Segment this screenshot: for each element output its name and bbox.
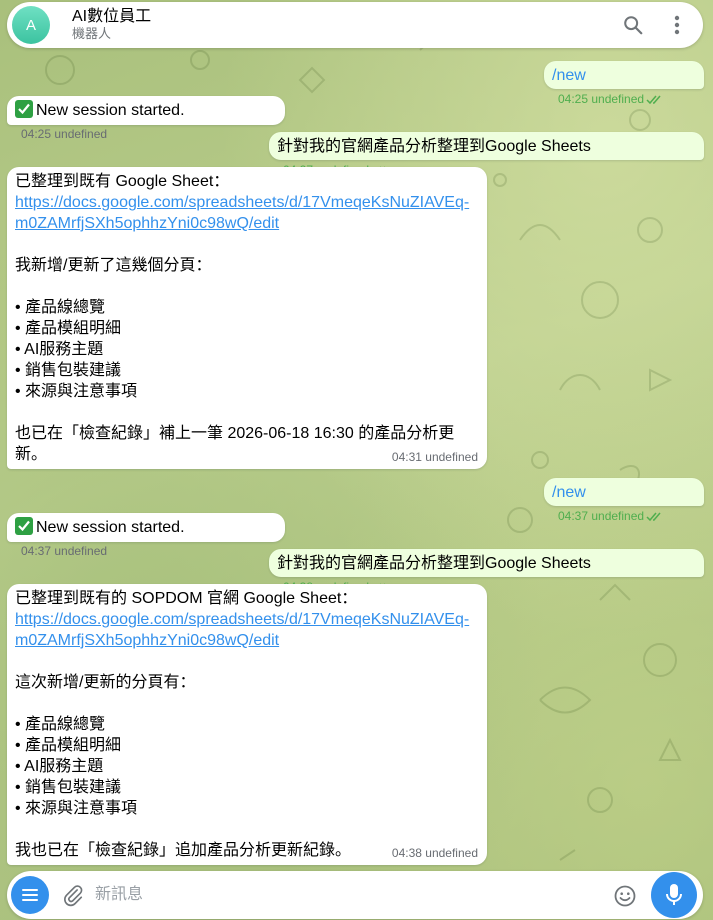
sheet-link[interactable]: https://docs.google.com/spreadsheets/d/1… [15,192,479,213]
message-time: 04:37 undefined [558,509,645,523]
menu-icon [22,889,38,901]
message-meta: 04:31 undefined [392,450,478,464]
check-mark-box-icon [15,100,33,118]
message-time: 04:37 undefined [21,544,108,558]
message-outgoing[interactable]: 針對我的官網產品分析整理到Google Sheets 04:38 undefin… [269,549,704,594]
message-composer [7,871,703,919]
message-time: 04:38 undefined [391,846,478,860]
message-input[interactable] [95,883,585,907]
paperclip-icon[interactable] [62,883,84,907]
message-time: 04:31 undefined [391,450,478,464]
message-incoming[interactable]: 已整理到既有 Google Sheet： https://docs.google… [7,167,487,469]
list-item: • 來源與注意事項 [15,800,138,817]
message-text: New session started. [36,519,185,536]
sheet-link-continued[interactable]: m0ZAMrfjSXh5ophhzYni0c98wQ/edit [15,213,479,234]
command-text[interactable]: /new [552,67,586,84]
message-meta: 04:25 undefined [21,124,107,145]
double-check-icon [646,95,661,104]
message-outgoing[interactable]: /new 04:25 undefined [544,61,704,106]
list-item: • 產品模組明細 [15,320,122,337]
message-incoming[interactable]: New session started. 04:37 undefined [7,513,285,558]
message-text: 針對我的官網產品分析整理到Google Sheets [277,138,591,155]
list-item: • 來源與注意事項 [15,383,138,400]
message-outgoing[interactable]: 針對我的官網產品分析整理到Google Sheets 04:27 undefin… [269,132,704,177]
bot-menu-button[interactable] [11,876,49,914]
message-heading: 這次新增/更新的分頁有： [15,674,196,691]
message-time: 04:25 undefined [558,92,645,106]
message-heading: 我新增/更新了這幾個分頁： [15,257,212,274]
sheet-link-continued[interactable]: m0ZAMrfjSXh5ophhzYni0c98wQ/edit [15,630,479,651]
record-voice-button[interactable] [651,872,697,918]
list-item: • 產品線總覽 [15,716,106,733]
message-meta: 04:37 undefined [558,506,664,527]
message-meta: 04:25 undefined [558,89,664,110]
check-mark-box-icon [15,517,33,535]
message-outgoing[interactable]: /new 04:37 undefined [544,478,704,523]
emoji-icon[interactable] [613,884,637,908]
double-check-icon [646,512,661,521]
message-incoming[interactable]: New session started. 04:25 undefined [7,96,285,141]
list-item: • 銷售包裝建議 [15,779,122,796]
list-item: • AI服務主題 [15,341,104,358]
message-list[interactable]: /new 04:25 undefined New session started… [0,0,713,920]
list-item: • 產品線總覽 [15,299,106,316]
list-item: • 產品模組明細 [15,737,122,754]
message-meta: 04:38 undefined [392,846,478,860]
message-intro: 已整理到既有的 SOPDOM 官網 Google Sheet： [15,590,358,607]
microphone-icon [666,884,682,905]
message-text: 針對我的官網產品分析整理到Google Sheets [277,555,591,572]
list-item: • 銷售包裝建議 [15,362,122,379]
command-text[interactable]: /new [552,484,586,501]
message-outro: 也已在「檢查紀錄」補上一筆 2026-06-18 16:30 的產品分析更 [15,425,455,442]
message-meta: 04:37 undefined [21,541,107,562]
message-intro: 已整理到既有 Google Sheet： [15,173,230,190]
sheet-link[interactable]: https://docs.google.com/spreadsheets/d/1… [15,609,479,630]
list-item: • AI服務主題 [15,758,104,775]
message-time: 04:25 undefined [21,127,108,141]
message-incoming[interactable]: 已整理到既有的 SOPDOM 官網 Google Sheet： https://… [7,584,487,865]
message-text: New session started. [36,102,185,119]
